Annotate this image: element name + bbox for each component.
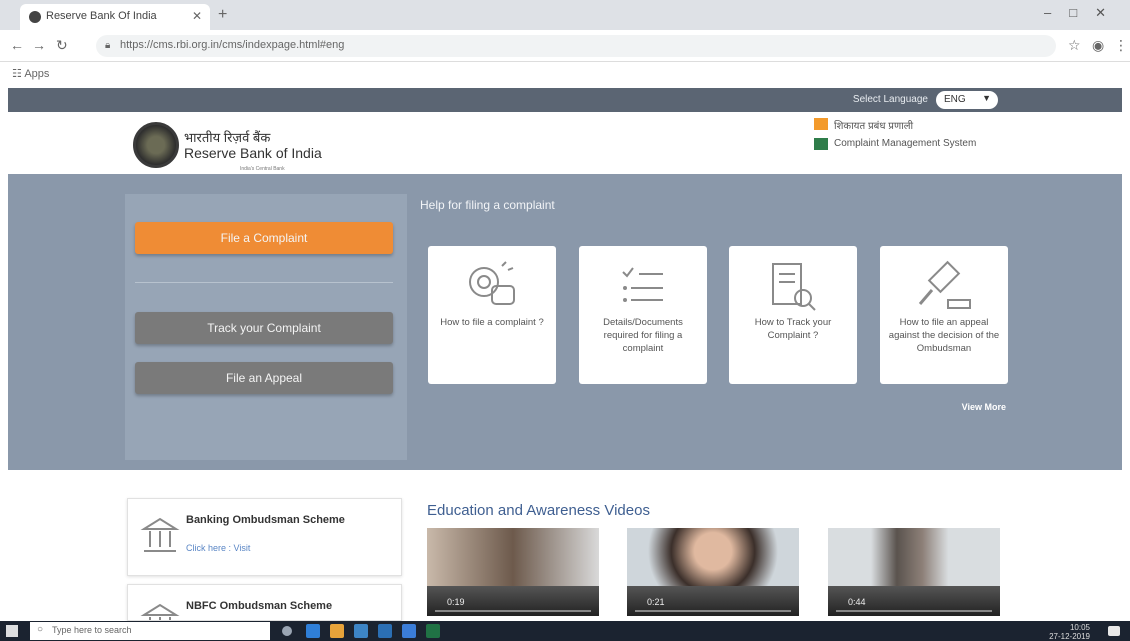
orange-square-icon: [814, 118, 828, 130]
notification-icon[interactable]: [1108, 626, 1120, 636]
help-section-title: Help for filing a complaint: [420, 198, 555, 212]
chevron-down-icon: ▼: [982, 93, 991, 103]
windows-taskbar: ○ Type here to search 10:05 27-12-2019: [0, 621, 1130, 641]
bookmark-apps[interactable]: Apps: [24, 68, 49, 80]
bookmarks-bar: ☷ Apps: [0, 62, 1130, 86]
language-label: Select Language: [852, 94, 928, 105]
cms-hindi-label: शिकायत प्रबंध प्रणाली: [814, 118, 913, 132]
scheme-card-nbfc[interactable]: NBFC Ombudsman Scheme: [127, 584, 402, 621]
hero-section: File a Complaint Track your Complaint Fi…: [8, 174, 1122, 470]
video-progress[interactable]: [635, 610, 791, 612]
window-controls[interactable]: –□✕: [1044, 5, 1124, 21]
green-square-icon: [814, 138, 828, 150]
video-progress[interactable]: [836, 610, 992, 612]
apps-grid-icon[interactable]: ☷: [12, 68, 24, 80]
action-panel: File a Complaint Track your Complaint Fi…: [125, 194, 407, 460]
help-card-label: How to Track your Complaint ?: [754, 317, 832, 341]
tab-title: Reserve Bank Of India: [46, 10, 157, 22]
help-card-label: Details/Documents required for filing a …: [603, 317, 683, 354]
video-thumbnail[interactable]: 0:21: [627, 528, 799, 616]
browser-tab-strip: Reserve Bank Of India ✕ + –□✕: [0, 0, 1130, 30]
bank-building-icon: [140, 603, 180, 620]
search-icon: ○: [37, 624, 44, 635]
profile-icon[interactable]: ◉: [1092, 37, 1104, 54]
forward-icon[interactable]: →: [32, 37, 46, 53]
site-top-bar: Select Language ENG ▼: [8, 88, 1122, 112]
view-more-link[interactable]: View More: [962, 402, 1006, 412]
store-icon[interactable]: [354, 624, 368, 638]
checklist-icon: [622, 267, 663, 302]
excel-icon[interactable]: [426, 624, 440, 638]
video-thumbnail[interactable]: 0:19: [427, 528, 599, 616]
taskbar-search-input[interactable]: ○ Type here to search: [30, 622, 270, 640]
video-time: 0:19: [447, 597, 465, 607]
scheme-link[interactable]: Click here : Visit: [186, 543, 250, 553]
address-bar-row: ← → ↻ 🔒︎ https://cms.rbi.org.in/cms/inde…: [0, 30, 1130, 62]
windows-start-icon[interactable]: [6, 625, 18, 637]
chat-bubble-icon: [469, 261, 515, 305]
help-card-track[interactable]: How to Track your Complaint ?: [729, 246, 857, 384]
brand-subtitle: India's Central Bank: [240, 166, 285, 172]
bookmark-star-icon[interactable]: ☆: [1068, 37, 1081, 54]
close-tab-icon[interactable]: ✕: [192, 9, 202, 23]
brand-english: Reserve Bank of India: [184, 145, 322, 161]
help-card-file[interactable]: How to file a complaint ?: [428, 246, 556, 384]
file-complaint-button[interactable]: File a Complaint: [135, 222, 393, 254]
help-card-documents[interactable]: Details/Documents required for filing a …: [579, 246, 707, 384]
site-header: भारतीय रिज़र्व बैंक Reserve Bank of Indi…: [8, 112, 1122, 174]
education-section-title: Education and Awareness Videos: [427, 502, 650, 519]
track-complaint-button[interactable]: Track your Complaint: [135, 312, 393, 344]
language-value: ENG: [944, 94, 966, 105]
back-icon[interactable]: ←: [10, 37, 24, 53]
favicon-icon: [29, 11, 41, 23]
mail-icon[interactable]: [378, 624, 392, 638]
task-view-icon[interactable]: [282, 626, 292, 636]
video-thumbnail[interactable]: 0:44: [828, 528, 1000, 616]
help-card-label: How to file an appeal against the decisi…: [888, 317, 1000, 354]
rbi-emblem-logo[interactable]: [133, 122, 179, 168]
video-scene: [427, 528, 599, 586]
menu-icon[interactable]: ⋮: [1114, 37, 1128, 54]
browser-tab[interactable]: Reserve Bank Of India ✕: [20, 4, 210, 30]
scheme-card-banking[interactable]: Banking Ombudsman Scheme Click here : Vi…: [127, 498, 402, 576]
reload-icon[interactable]: ↻: [56, 37, 68, 54]
video-scene: [828, 528, 1000, 586]
gavel-icon: [918, 260, 971, 309]
video-time: 0:44: [848, 597, 866, 607]
scheme-title: NBFC Ombudsman Scheme: [186, 600, 333, 612]
url-input[interactable]: 🔒︎ https://cms.rbi.org.in/cms/indexpage.…: [96, 35, 1056, 57]
file-explorer-icon[interactable]: [330, 624, 344, 638]
document-search-icon: [772, 263, 816, 311]
scheme-title: Banking Ombudsman Scheme: [186, 514, 345, 526]
edge-browser-icon[interactable]: [306, 624, 320, 638]
video-scene: [627, 528, 799, 586]
language-select[interactable]: ENG ▼: [936, 91, 998, 109]
file-appeal-button[interactable]: File an Appeal: [135, 362, 393, 394]
taskbar-clock[interactable]: 10:05 27-12-2019: [1049, 623, 1090, 641]
new-tab-icon[interactable]: +: [218, 6, 227, 24]
video-time: 0:21: [647, 597, 665, 607]
brand-hindi: भारतीय रिज़र्व बैंक: [184, 130, 271, 145]
help-card-appeal[interactable]: How to file an appeal against the decisi…: [880, 246, 1008, 384]
bank-building-icon: [140, 517, 180, 552]
panel-divider: [135, 282, 393, 283]
video-progress[interactable]: [435, 610, 591, 612]
cms-english-label: Complaint Management System: [814, 138, 976, 150]
chrome-icon[interactable]: [402, 624, 416, 638]
lock-icon: 🔒︎: [105, 40, 111, 51]
url-text: https://cms.rbi.org.in/cms/indexpage.htm…: [120, 39, 345, 51]
help-card-label: How to file a complaint ?: [440, 317, 544, 328]
